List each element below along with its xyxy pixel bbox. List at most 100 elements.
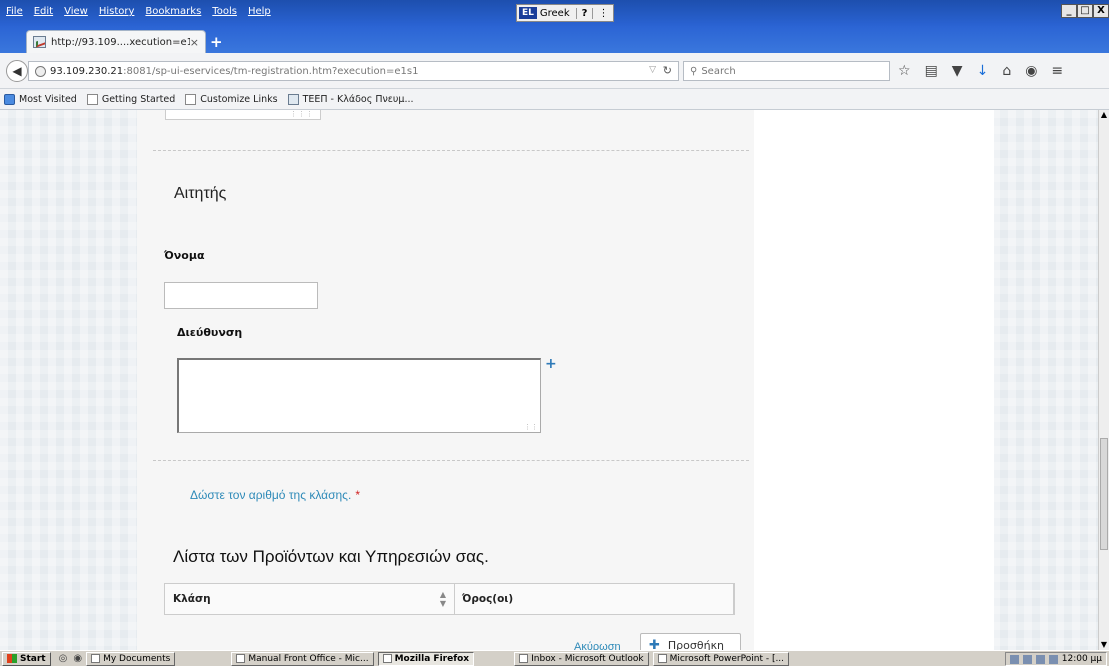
url-dropdown-icon[interactable]: ▽ <box>649 65 656 75</box>
outlook-quicklaunch-icon[interactable]: ◎ <box>59 653 68 664</box>
clock[interactable]: 12:00 μμ <box>1062 654 1102 664</box>
image-icon <box>287 93 299 105</box>
add-button-label: Προσθήκη <box>667 638 725 651</box>
task-label: Inbox - Microsoft Outlook <box>531 653 644 664</box>
search-icon: ⚲ <box>690 65 698 77</box>
tab-registration[interactable]: http://93.109....xecution=e1s1 × <box>26 30 206 53</box>
address-textarea[interactable]: ⋮⋮ <box>177 358 541 433</box>
menu-bookmarks[interactable]: Bookmarks <box>145 6 201 17</box>
system-tray: 12:00 μμ <box>1004 652 1107 666</box>
folder-icon <box>91 654 101 663</box>
task-label: Manual Front Office - Mic... <box>248 653 369 664</box>
chat-icon[interactable]: ◉ <box>1025 63 1037 79</box>
windows-logo-icon <box>7 654 17 663</box>
add-address-button[interactable]: + <box>545 356 557 372</box>
close-window-button[interactable]: X <box>1093 4 1109 18</box>
menu-help[interactable]: Help <box>248 6 271 17</box>
menu-history[interactable]: History <box>99 6 135 17</box>
word-icon <box>236 654 246 663</box>
minimize-button[interactable]: _ <box>1061 4 1077 18</box>
cancel-link[interactable]: Ακύρωση <box>574 641 621 650</box>
section-title: Αιτητής <box>174 185 227 202</box>
task-label: Mozilla Firefox <box>394 653 470 664</box>
menu-file[interactable]: File <box>6 6 23 17</box>
column-header-class[interactable]: Κλάση ▲ ▼ <box>165 584 455 614</box>
name-label: Όνομα <box>164 249 205 262</box>
resize-grip-icon: ⋮⋮⋮ <box>290 110 314 118</box>
language-bar-grip-icon[interactable]: ⋮ <box>592 7 613 19</box>
menu-edit[interactable]: Edit <box>34 6 53 17</box>
task-my-documents[interactable]: My Documents <box>86 651 176 666</box>
window-controls: _ □ X <box>1061 4 1109 18</box>
task-label: Microsoft PowerPoint - [... <box>669 653 785 664</box>
resize-grip-icon[interactable]: ⋮⋮ <box>524 423 538 431</box>
site-info-icon[interactable] <box>35 65 46 77</box>
scroll-down-icon[interactable]: ▼ <box>1099 640 1109 650</box>
bookmark-getting-started[interactable]: Getting Started <box>86 93 176 105</box>
task-outlook[interactable]: Inbox - Microsoft Outlook <box>514 651 649 666</box>
download-icon[interactable]: ↓ <box>977 63 989 79</box>
tray-security-icon[interactable] <box>1035 654 1045 664</box>
url-bar[interactable]: 93.109.230.21 :8081/sp-ui-eservices/tm-r… <box>28 61 679 81</box>
help-icon[interactable]: ? <box>575 7 593 19</box>
new-tab-button[interactable]: + <box>210 33 223 51</box>
menu-list: File Edit View History Bookmarks Tools H… <box>6 6 271 17</box>
toolbar-icons: ☆ ▤ ▼ ↓ ⌂ ◉ ≡ <box>898 63 1063 79</box>
column-header-label: Κλάση <box>173 593 211 605</box>
bookmarks-list-icon[interactable]: ▤ <box>925 63 938 79</box>
tray-network-icon[interactable] <box>1022 654 1032 664</box>
form-panel: ⋮⋮⋮ Αιτητής Όνομα Διεύθυνση ⋮⋮ + Δώστε τ… <box>137 110 754 650</box>
tray-outlook-icon[interactable] <box>1009 654 1019 664</box>
sort-icon[interactable]: ▲ ▼ <box>440 590 446 608</box>
tab-title: http://93.109....xecution=e1s1 <box>51 36 190 48</box>
menu-tools[interactable]: Tools <box>212 6 237 17</box>
bookmark-label: Most Visited <box>19 93 77 105</box>
products-table: Κλάση ▲ ▼ Όρος(οι) <box>164 583 735 615</box>
plus-icon: ✚ <box>649 637 660 651</box>
page-scrollbar[interactable]: ▲ ▼ <box>1098 110 1109 650</box>
search-input[interactable]: ⚲ Search <box>683 61 890 81</box>
task-firefox[interactable]: Mozilla Firefox <box>377 651 475 666</box>
scroll-thumb[interactable] <box>1100 438 1108 550</box>
previous-field[interactable]: ⋮⋮⋮ <box>165 110 321 120</box>
bookmark-label: ΤΕΕΠ - Κλάδος Πνευμ... <box>302 93 414 105</box>
section-divider <box>153 150 749 151</box>
bookmark-most-visited[interactable]: Most Visited <box>4 93 77 105</box>
start-button[interactable]: Start <box>2 651 51 666</box>
add-button[interactable]: ✚ Προσθήκη <box>640 633 741 650</box>
bookmark-label: Getting Started <box>101 93 176 105</box>
most-visited-icon <box>4 93 15 105</box>
chrome-quicklaunch-icon[interactable]: ◉ <box>73 653 82 664</box>
powerpoint-icon <box>657 654 667 663</box>
pocket-icon[interactable]: ▼ <box>952 63 963 79</box>
bookmark-star-icon[interactable]: ☆ <box>898 63 911 79</box>
language-bar[interactable]: EL Greek ? ⋮ <box>516 4 615 22</box>
language-code: EL <box>519 7 537 19</box>
language-name: Greek <box>539 7 570 19</box>
menu-view[interactable]: View <box>64 6 88 17</box>
outlook-icon <box>519 654 529 663</box>
favicon-icon <box>33 36 46 48</box>
page-icon <box>185 93 197 105</box>
home-icon[interactable]: ⌂ <box>1002 63 1011 79</box>
bookmark-label: Customize Links <box>200 93 278 105</box>
column-header-terms[interactable]: Όρος(οι) <box>455 584 734 614</box>
column-header-label: Όρος(οι) <box>461 593 514 605</box>
bookmarks-toolbar: Most Visited Getting Started Customize L… <box>0 89 1109 110</box>
scroll-up-icon[interactable]: ▲ <box>1099 110 1109 120</box>
bookmark-customize-links[interactable]: Customize Links <box>185 93 278 105</box>
tray-update-icon[interactable] <box>1048 654 1058 664</box>
maximize-button[interactable]: □ <box>1077 4 1093 18</box>
class-number-link[interactable]: Δώστε τον αριθμό της κλάσης. * <box>190 488 360 502</box>
quick-launch: ◎ ◉ <box>59 653 82 664</box>
task-label: My Documents <box>103 653 171 664</box>
reload-icon[interactable]: ↻ <box>663 64 672 77</box>
task-word-manual[interactable]: Manual Front Office - Mic... <box>231 651 374 666</box>
firefox-icon <box>382 654 392 663</box>
back-button[interactable]: ◀ <box>6 60 28 82</box>
name-field[interactable] <box>164 282 318 309</box>
close-tab-icon[interactable]: × <box>190 36 199 49</box>
menu-hamburger-icon[interactable]: ≡ <box>1051 63 1063 79</box>
bookmark-teep[interactable]: ΤΕΕΠ - Κλάδος Πνευμ... <box>287 93 414 105</box>
task-powerpoint[interactable]: Microsoft PowerPoint - [... <box>652 651 790 666</box>
